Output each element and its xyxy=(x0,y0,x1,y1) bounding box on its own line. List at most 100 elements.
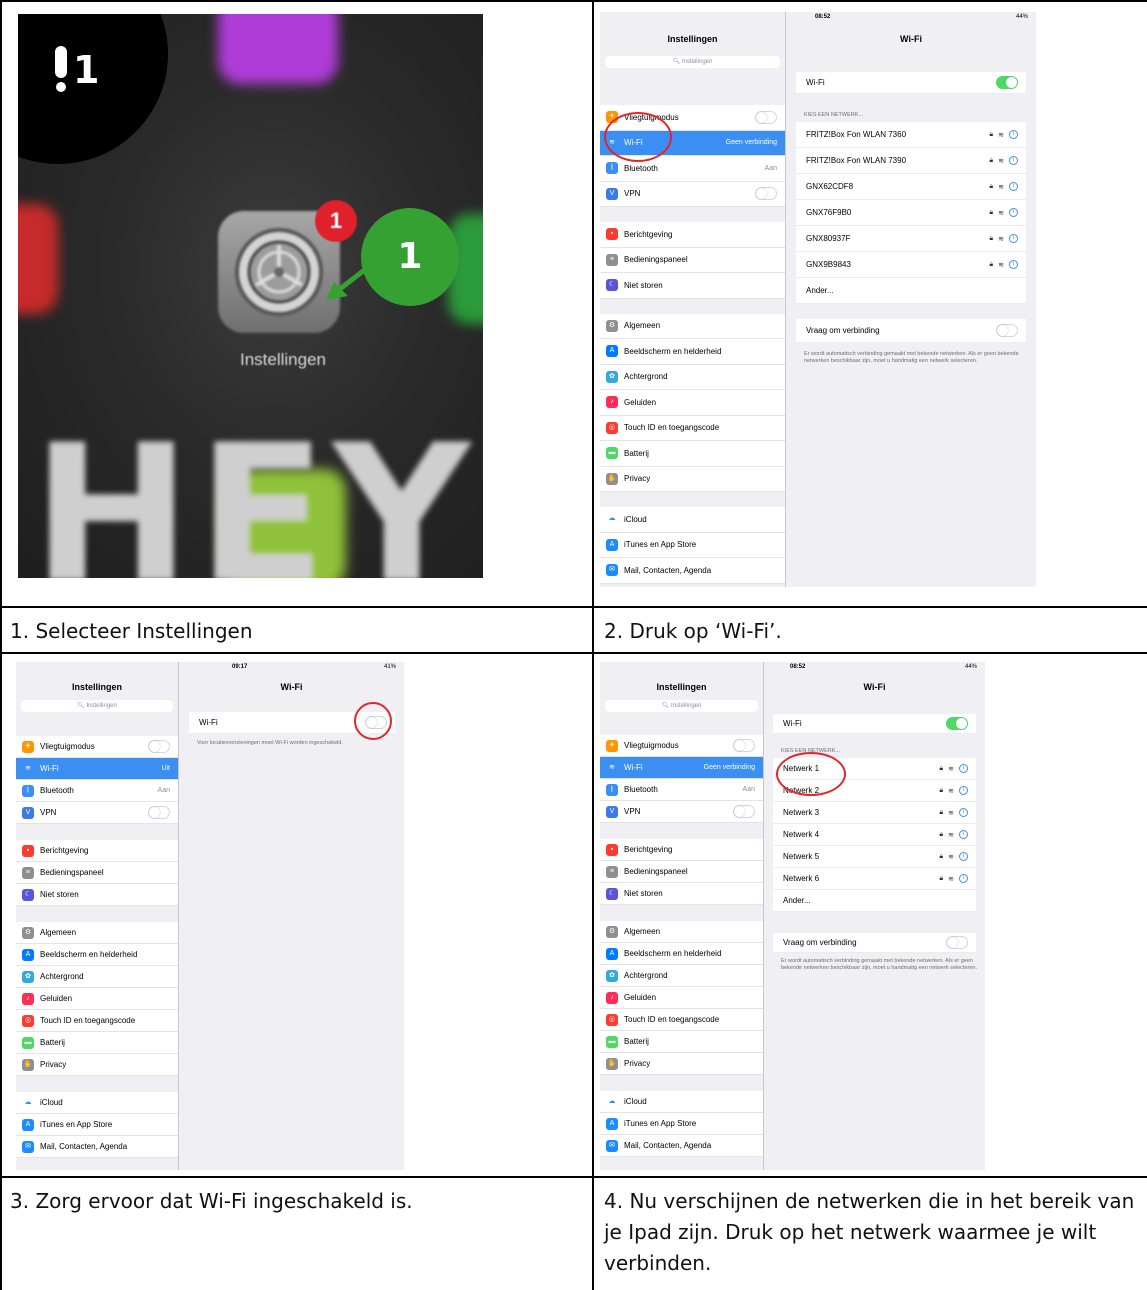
info-icon[interactable]: i xyxy=(959,830,968,839)
info-icon[interactable]: i xyxy=(959,874,968,883)
network-row[interactable]: GNX76F9B0 🔒︎ ≋ i xyxy=(796,200,1026,226)
sidebar-item-itunes-en-app-store[interactable]: AiTunes en App Store xyxy=(600,532,785,558)
wifi-toggle-row[interactable]: Wi-Fi xyxy=(796,72,1026,94)
network-row[interactable]: GNX80937F 🔒︎ ≋ i xyxy=(796,226,1026,252)
info-icon[interactable]: i xyxy=(1009,260,1018,269)
sidebar-item-bedieningspaneel[interactable]: ≡ Bedieningspaneel xyxy=(600,861,763,883)
sidebar-item-wi-fi[interactable]: ≋ Wi-Fi Uit xyxy=(16,758,178,780)
sidebar-item-privacy[interactable]: ✋ Privacy xyxy=(16,1054,178,1076)
sidebar-item-batterij[interactable]: ▬ Batterij xyxy=(16,1032,178,1054)
network-row[interactable]: FRITZ!Box Fon WLAN 7390 🔒︎ ≋ i xyxy=(796,148,1026,174)
ask-to-join-toggle[interactable] xyxy=(996,324,1018,337)
search-input[interactable]: 🔍︎ Instellingen xyxy=(605,700,758,712)
info-icon[interactable]: i xyxy=(1009,208,1018,217)
network-name: Netwerk 3 xyxy=(783,808,820,817)
network-row[interactable]: GNX62CDF8 🔒︎ ≋ i xyxy=(796,174,1026,200)
sidebar-item-bluetooth[interactable]: ᛒ Bluetooth Aan xyxy=(600,779,763,801)
sidebar-item-beeldscherm-en-helderheid[interactable]: A Beeldscherm en helderheid xyxy=(600,943,763,965)
vpn-toggle[interactable] xyxy=(755,187,777,201)
sidebar-item-touch-id-en-toegangscode[interactable]: ◎ Touch ID en toegangscode xyxy=(16,1010,178,1032)
sidebar-item-touch-id-en-toegangscode[interactable]: ◎ Touch ID en toegangscode xyxy=(600,1009,763,1031)
sidebar-item-niet-storen[interactable]: ☾ Niet storen xyxy=(16,884,178,906)
sidebar-item-geluiden[interactable]: ♪ Geluiden xyxy=(600,390,785,416)
sidebar-item-vpn[interactable]: V VPN xyxy=(600,181,785,207)
network-row[interactable]: FRITZ!Box Fon WLAN 7360 🔒︎ ≋ i xyxy=(796,122,1026,148)
sidebar-item-achtergrond[interactable]: ✿ Achtergrond xyxy=(16,966,178,988)
sidebar-item-touch-id-en-toegangscode[interactable]: ◎ Touch ID en toegangscode xyxy=(600,415,785,441)
wifi-toggle-row[interactable]: Wi-Fi xyxy=(773,714,976,734)
info-icon[interactable]: i xyxy=(1009,234,1018,243)
ask-to-join-label: Vraag om verbinding xyxy=(806,326,880,335)
sidebar-item-itunes-en-app-store[interactable]: AiTunes en App Store xyxy=(16,1114,178,1136)
info-icon[interactable]: i xyxy=(1009,130,1018,139)
sidebar-item-icloud[interactable]: ☁ iCloud xyxy=(600,1091,763,1113)
info-icon[interactable]: i xyxy=(1009,156,1018,165)
sidebar-item-privacy[interactable]: ✋ Privacy xyxy=(600,466,785,492)
sidebar-item-label: iTunes en App Store xyxy=(40,1120,113,1129)
sidebar-item-batterij[interactable]: ▬ Batterij xyxy=(600,441,785,467)
sidebar-item-berichtgeving[interactable]: ▪ Berichtgeving xyxy=(16,840,178,862)
network-row[interactable]: Netwerk 6 🔒︎ ≋ i xyxy=(773,868,976,890)
sidebar-item-vpn[interactable]: V VPN xyxy=(16,802,178,824)
network-row[interactable]: Netwerk 3 🔒︎ ≋ i xyxy=(773,802,976,824)
sidebar-item-label: Niet storen xyxy=(40,890,79,899)
sidebar-item-bedieningspaneel[interactable]: ≡ Bedieningspaneel xyxy=(16,862,178,884)
sidebar-item-batterij[interactable]: ▬ Batterij xyxy=(600,1031,763,1053)
sidebar-item-bedieningspaneel[interactable]: ≡ Bedieningspaneel xyxy=(600,247,785,273)
other-network-row[interactable]: Ander... xyxy=(773,890,976,912)
vpn-toggle[interactable] xyxy=(733,805,755,818)
vpn-toggle[interactable] xyxy=(148,806,170,819)
sidebar-item-itunes-en-app-store[interactable]: AiTunes en App Store xyxy=(600,1113,763,1135)
network-row[interactable]: Netwerk 5 🔒︎ ≋ i xyxy=(773,846,976,868)
sidebar-item-icloud[interactable]: ☁ iCloud xyxy=(600,507,785,533)
sidebar-item-mail-contacten-agenda[interactable]: ✉ Mail, Contacten, Agenda xyxy=(600,1135,763,1157)
info-icon[interactable]: i xyxy=(1009,182,1018,191)
sidebar-item-beeldscherm-en-helderheid[interactable]: A Beeldscherm en helderheid xyxy=(600,339,785,365)
sidebar-item-mail-contacten-agenda[interactable]: ✉ Mail, Contacten, Agenda xyxy=(600,558,785,584)
sidebar-item-algemeen[interactable]: ⚙ Algemeen xyxy=(600,921,763,943)
sidebar-item-geluiden[interactable]: ♪ Geluiden xyxy=(16,988,178,1010)
sidebar-item-vpn[interactable]: V VPN xyxy=(600,801,763,823)
sidebar-item-niet-storen[interactable]: ☾ Niet storen xyxy=(600,273,785,299)
sidebar-item-beeldscherm-en-helderheid[interactable]: A Beeldscherm en helderheid xyxy=(16,944,178,966)
search-input[interactable]: 🔍︎ Instellingen xyxy=(21,700,173,712)
ask-to-join-row[interactable]: Vraag om verbinding xyxy=(796,319,1026,343)
wifi-toggle[interactable] xyxy=(946,717,968,730)
sidebar-item-niet-storen[interactable]: ☾ Niet storen xyxy=(600,883,763,905)
search-input[interactable]: 🔍︎ Instellingen xyxy=(605,56,780,68)
sidebar-item-vliegtuigmodus[interactable]: ✈ Vliegtuigmodus xyxy=(600,735,763,757)
sidebar-item-privacy[interactable]: ✋ Privacy xyxy=(600,1053,763,1075)
sidebar-item-label: Mail, Contacten, Agenda xyxy=(624,565,712,575)
moon-icon: ☾ xyxy=(606,279,618,292)
info-icon[interactable]: i xyxy=(959,786,968,795)
sidebar-item-achtergrond[interactable]: ✿ Achtergrond xyxy=(600,965,763,987)
network-status: 🔒︎ ≋ i xyxy=(989,130,1018,139)
sidebar-item-value: Aan xyxy=(764,164,777,172)
sidebar-item-berichtgeving[interactable]: ▪ Berichtgeving xyxy=(600,222,785,248)
network-row[interactable]: Netwerk 4 🔒︎ ≋ i xyxy=(773,824,976,846)
vliegtuigmodus-toggle[interactable] xyxy=(148,740,170,753)
other-network-row[interactable]: Ander... xyxy=(796,278,1026,304)
wifi-toggle[interactable] xyxy=(996,76,1018,89)
vliegtuigmodus-toggle[interactable] xyxy=(733,739,755,752)
network-row[interactable]: GNX9B9843 🔒︎ ≋ i xyxy=(796,252,1026,278)
info-icon[interactable]: i xyxy=(959,764,968,773)
info-icon[interactable]: i xyxy=(959,808,968,817)
vliegtuigmodus-toggle[interactable] xyxy=(755,110,777,124)
sidebar-item-bluetooth[interactable]: ᛒ Bluetooth Aan xyxy=(16,780,178,802)
info-icon[interactable]: i xyxy=(959,852,968,861)
sidebar-item-vliegtuigmodus[interactable]: ✈ Vliegtuigmodus xyxy=(16,736,178,758)
detail-title: Wi-Fi xyxy=(863,682,886,692)
sidebar-item-icloud[interactable]: ☁ iCloud xyxy=(16,1092,178,1114)
sidebar-item-mail-contacten-agenda[interactable]: ✉ Mail, Contacten, Agenda xyxy=(16,1136,178,1158)
sidebar-item-algemeen[interactable]: ⚙ Algemeen xyxy=(16,922,178,944)
sidebar-title: Instellingen xyxy=(656,682,707,692)
sidebar-item-geluiden[interactable]: ♪ Geluiden xyxy=(600,987,763,1009)
sidebar-item-wi-fi[interactable]: ≋ Wi-Fi Geen verbinding xyxy=(600,757,763,779)
ask-to-join-row[interactable]: Vraag om verbinding xyxy=(773,933,976,953)
ask-to-join-toggle[interactable] xyxy=(946,936,968,949)
sidebar-item-berichtgeving[interactable]: ▪ Berichtgeving xyxy=(600,839,763,861)
bluetooth-icon: ᛒ xyxy=(606,783,618,796)
sidebar-item-achtergrond[interactable]: ✿ Achtergrond xyxy=(600,364,785,390)
sidebar-item-algemeen[interactable]: ⚙ Algemeen xyxy=(600,313,785,339)
